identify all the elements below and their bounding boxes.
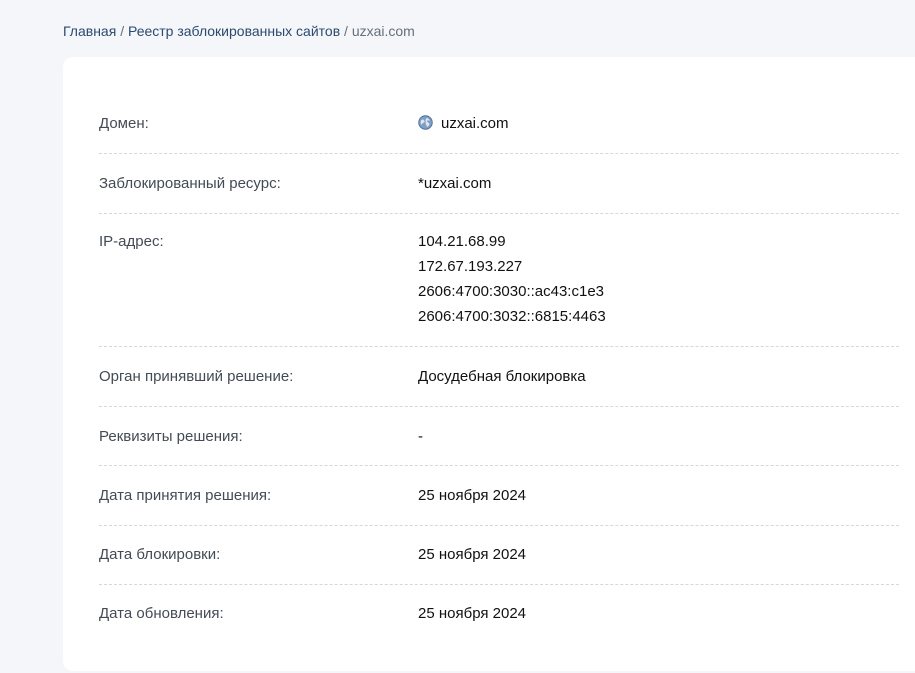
breadcrumb-registry-link[interactable]: Реестр заблокированных сайтов: [128, 23, 340, 39]
detail-row-domain: Домен: uzxai.com: [99, 115, 899, 154]
ip-address: 104.21.68.99: [418, 233, 506, 250]
decision-details-value: -: [418, 428, 423, 445]
authority-value: Досудебная блокировка: [418, 368, 586, 385]
ip-value-list: 104.21.68.99 172.67.193.227 2606:4700:30…: [418, 229, 606, 329]
decision-date-label: Дата принятия решения:: [99, 487, 272, 504]
ip-label: IP-адрес:: [99, 233, 164, 250]
detail-row-decision-details: Реквизиты решения: -: [99, 428, 899, 466]
ip-address: 2606:4700:3030::ac43:c1e3: [418, 283, 604, 300]
detail-row-decision-date: Дата принятия решения: 25 ноября 2024: [99, 487, 899, 526]
block-date-label: Дата блокировки:: [99, 546, 221, 563]
breadcrumb: Главная / Реестр заблокированных сайтов …: [63, 22, 415, 40]
decision-date-value: 25 ноября 2024: [418, 487, 527, 504]
domain-label: Домен:: [99, 115, 149, 132]
detail-row-ip: IP-адрес: 104.21.68.99 172.67.193.227 26…: [99, 229, 899, 347]
site-details-card: Домен: uzxai.com Заблокированный ресурс:…: [63, 57, 915, 671]
domain-value: uzxai.com: [441, 115, 509, 132]
breadcrumb-separator: /: [120, 23, 125, 39]
block-date-value: 25 ноября 2024: [418, 546, 527, 563]
globe-icon: [418, 115, 433, 130]
blocked-resource-label: Заблокированный ресурс:: [99, 175, 281, 192]
decision-details-label: Реквизиты решения:: [99, 428, 243, 445]
ip-address: 172.67.193.227: [418, 258, 523, 275]
detail-row-block-date: Дата блокировки: 25 ноября 2024: [99, 546, 899, 585]
detail-row-blocked-resource: Заблокированный ресурс: *uzxai.com: [99, 175, 899, 214]
update-date-label: Дата обновления:: [99, 605, 224, 622]
detail-row-authority: Орган принявший решение: Досудебная блок…: [99, 368, 899, 407]
update-date-value: 25 ноября 2024: [418, 605, 527, 622]
detail-row-update-date: Дата обновления: 25 ноября 2024: [99, 605, 899, 643]
breadcrumb-current: uzxai.com: [351, 23, 415, 39]
breadcrumb-separator: /: [344, 23, 348, 39]
domain-value-container: uzxai.com: [418, 115, 509, 133]
breadcrumb-home-link[interactable]: Главная: [63, 23, 116, 39]
authority-label: Орган принявший решение:: [99, 368, 294, 385]
blocked-resource-value: *uzxai.com: [418, 175, 492, 192]
ip-address: 2606:4700:3032::6815:4463: [418, 308, 606, 325]
